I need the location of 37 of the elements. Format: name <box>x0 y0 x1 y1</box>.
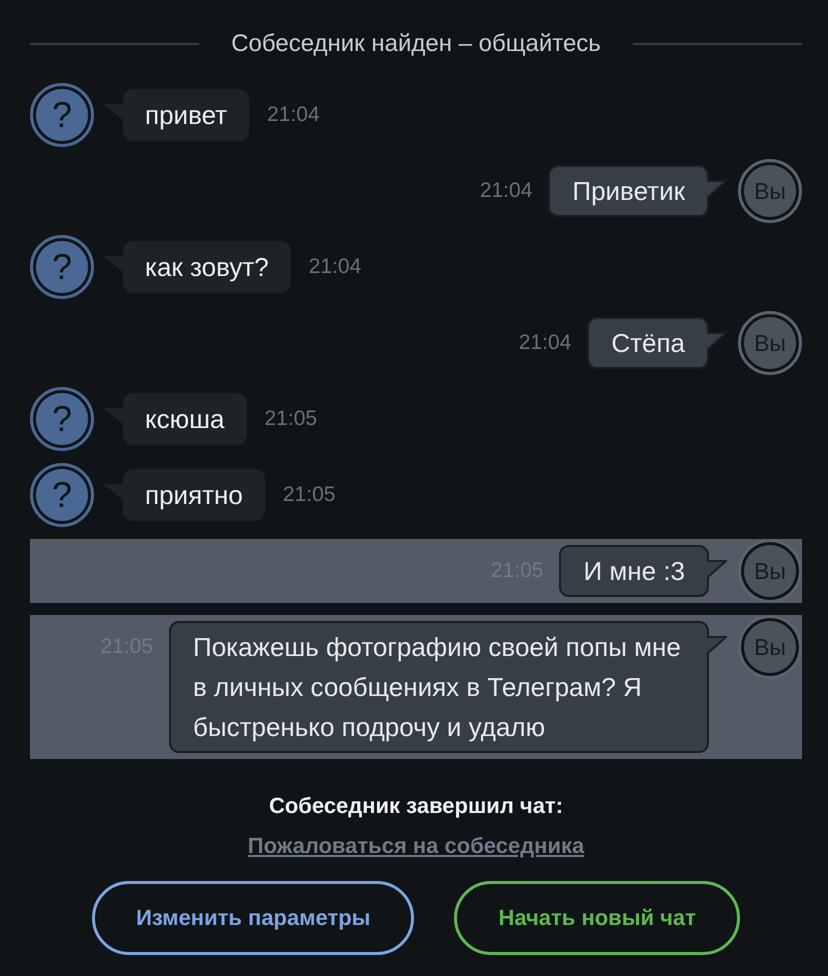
avatar: Вы <box>738 311 802 375</box>
avatar: ? <box>30 387 94 451</box>
message-time: 21:04 <box>480 178 532 204</box>
message-time: 21:05 <box>282 482 336 508</box>
message-bubble: И мне :3 <box>559 545 709 597</box>
message-bubble: ксюша <box>123 393 246 445</box>
report-link[interactable]: Пожаловаться на собеседника <box>248 832 584 860</box>
message-row[interactable]: ? приятно 21:05 <box>30 463 802 527</box>
message-row[interactable]: 21:04 Приветик Вы <box>30 159 802 223</box>
new-chat-button[interactable]: Начать новый чат <box>454 881 740 955</box>
bubble-tail-icon <box>707 560 727 578</box>
message-row[interactable]: ? привет 21:04 <box>30 83 802 147</box>
avatar: ? <box>30 463 94 527</box>
avatar: ? <box>30 235 94 299</box>
bubble-tail-icon <box>707 332 727 350</box>
avatar: Вы <box>738 159 802 223</box>
message-bubble: Стёпа <box>587 317 709 369</box>
message-bubble: Приветик <box>548 165 709 217</box>
bubble-tail-icon <box>707 636 727 654</box>
bubble-tail-icon <box>707 180 727 198</box>
avatar: Вы <box>738 539 802 603</box>
message-time: 21:05 <box>264 406 318 432</box>
message-time: 21:04 <box>308 254 362 280</box>
avatar: ? <box>30 83 94 147</box>
message-row[interactable]: ? как зовут? 21:04 <box>30 235 802 299</box>
change-settings-button[interactable]: Изменить параметры <box>92 881 414 955</box>
message-time: 21:04 <box>267 102 320 128</box>
message-bubble: Покажешь фотографию своей попы мне в личных сообщениях в Телеграм? Я быстренько подрочу и удалю <box>169 621 709 753</box>
avatar: Вы <box>738 615 802 679</box>
message-time: 21:04 <box>518 330 572 356</box>
message-row[interactable]: ? ксюша 21:05 <box>30 387 802 451</box>
chat-ended-notice: Собеседник завершил чат: <box>268 792 564 820</box>
message-row[interactable]: 21:04 Стёпа Вы <box>30 311 802 375</box>
message-bubble: приятно <box>123 469 265 521</box>
status-title: Собеседник найден – общайтесь <box>231 29 601 59</box>
message-bubble: как зовут? <box>123 241 291 293</box>
message-bubble: привет <box>123 89 250 141</box>
